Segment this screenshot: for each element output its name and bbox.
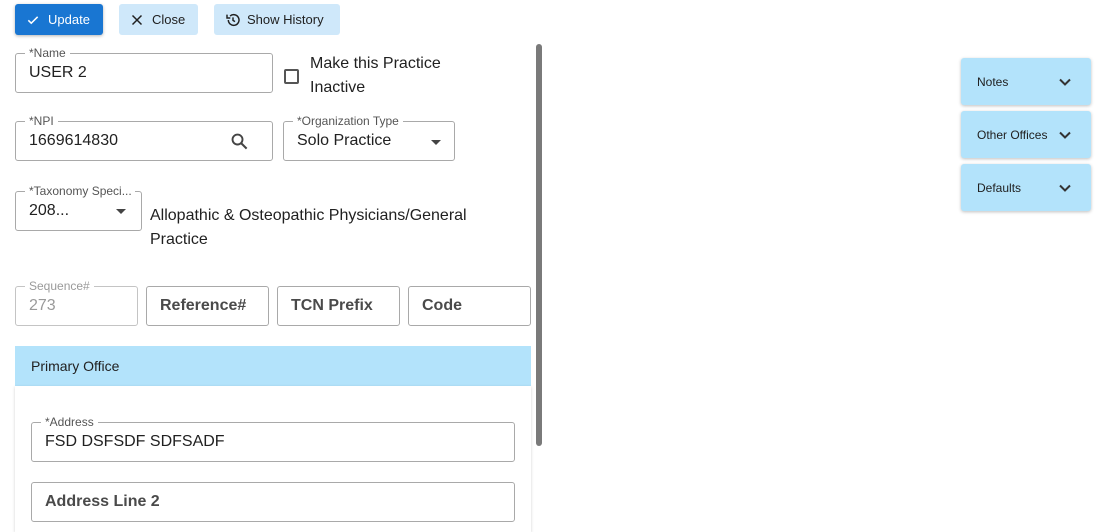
- other-offices-panel-label: Other Offices: [977, 127, 1048, 142]
- defaults-panel-header[interactable]: Defaults: [961, 164, 1091, 211]
- update-button[interactable]: Update: [15, 4, 103, 35]
- organization-type-value: Solo Practice: [297, 132, 392, 149]
- primary-office-body: *Address FSD DSFSDF SDFSADF Address Line…: [15, 386, 531, 532]
- organization-type-select[interactable]: *Organization Type Solo Practice: [283, 114, 455, 161]
- chevron-down-icon: [1059, 128, 1071, 142]
- name-field-value: USER 2: [29, 64, 87, 81]
- notes-panel-label: Notes: [977, 74, 1009, 89]
- close-button-label: Close: [152, 12, 186, 27]
- inactive-checkbox-label: Make this Practice Inactive: [310, 55, 441, 96]
- address-field[interactable]: *Address FSD DSFSDF SDFSADF: [31, 415, 515, 462]
- code-field[interactable]: Code: [408, 286, 531, 326]
- code-field-placeholder: Code: [422, 297, 462, 314]
- taxonomy-specialty-label: *Taxonomy Speci...: [25, 184, 135, 198]
- taxonomy-specialty-value: 208...: [29, 202, 70, 219]
- sequence-field-label: Sequence#: [25, 279, 94, 293]
- chevron-down-icon: [1059, 181, 1071, 195]
- dropdown-caret-icon: [431, 140, 441, 145]
- address-field-value: FSD DSFSDF SDFSADF: [45, 433, 225, 450]
- check-icon: [26, 13, 40, 27]
- name-field-label: *Name: [25, 46, 70, 60]
- primary-office-title: Primary Office: [31, 358, 120, 374]
- inactive-checkbox[interactable]: [284, 69, 299, 84]
- reference-field[interactable]: Reference#: [146, 286, 269, 326]
- name-field[interactable]: *Name USER 2: [15, 46, 273, 93]
- taxonomy-specialty-select[interactable]: *Taxonomy Speci... 208...: [15, 184, 142, 231]
- update-button-label: Update: [48, 12, 90, 27]
- address-line2-field[interactable]: Address Line 2: [31, 482, 515, 522]
- address-field-label: *Address: [41, 415, 98, 429]
- organization-type-label: *Organization Type: [293, 114, 403, 128]
- reference-field-placeholder: Reference#: [160, 297, 247, 314]
- sequence-field: Sequence# 273: [15, 279, 138, 326]
- other-offices-panel-header[interactable]: Other Offices: [961, 111, 1091, 158]
- search-icon[interactable]: [230, 132, 249, 156]
- tcn-prefix-field-placeholder: TCN Prefix: [291, 297, 373, 314]
- history-icon: [225, 12, 241, 28]
- dropdown-caret-icon: [116, 209, 126, 214]
- taxonomy-description: Allopathic & Osteopathic Physicians/Gene…: [150, 207, 467, 248]
- close-icon: [131, 14, 143, 26]
- form-scrollbar-thumb[interactable]: [536, 44, 542, 446]
- notes-panel-header[interactable]: Notes: [961, 58, 1091, 105]
- address-line2-placeholder: Address Line 2: [45, 493, 160, 510]
- close-button[interactable]: Close: [119, 4, 198, 35]
- show-history-button[interactable]: Show History: [214, 4, 340, 35]
- chevron-down-icon: [1059, 75, 1071, 89]
- primary-office-header[interactable]: Primary Office: [15, 346, 531, 386]
- npi-field-value: 1669614830: [29, 132, 118, 149]
- sequence-field-value: 273: [29, 297, 56, 314]
- npi-field[interactable]: *NPI 1669614830: [15, 114, 273, 161]
- npi-field-label: *NPI: [25, 114, 58, 128]
- tcn-prefix-field[interactable]: TCN Prefix: [277, 286, 400, 326]
- show-history-button-label: Show History: [247, 12, 324, 27]
- defaults-panel-label: Defaults: [977, 180, 1022, 195]
